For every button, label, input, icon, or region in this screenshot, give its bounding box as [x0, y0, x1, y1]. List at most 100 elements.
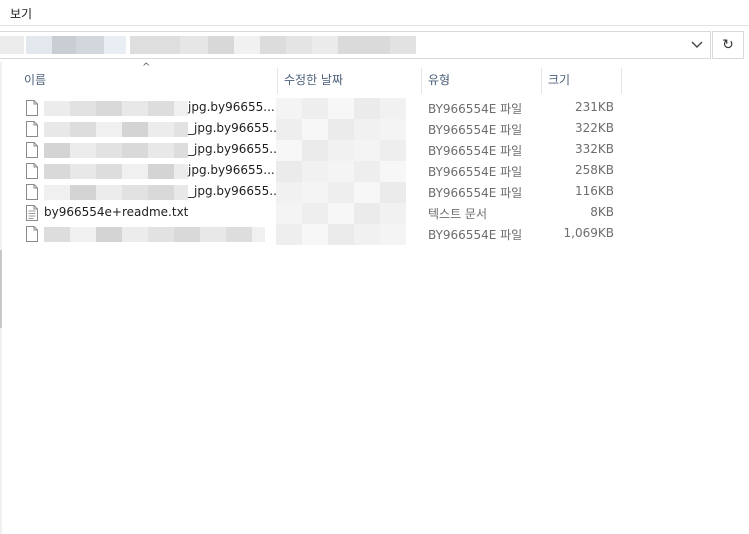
- refresh-button[interactable]: ↻: [712, 31, 744, 59]
- redacted-filename-segment: [96, 122, 122, 137]
- file-size: 231KB: [574, 100, 614, 114]
- redacted-filename-segment: [70, 143, 96, 158]
- redacted-path-segment: [52, 36, 76, 54]
- redacted-filename-segment: [70, 101, 96, 116]
- redacted-date-segment: [328, 182, 354, 203]
- file-row[interactable]: by966554e+readme.txt 텍스트 문서 8KB: [0, 203, 749, 224]
- redacted-filename-segment: [174, 164, 188, 179]
- redacted-filename-segment: [44, 185, 70, 200]
- redacted-filename-segment: [70, 185, 96, 200]
- redacted-path-segment: [260, 36, 286, 54]
- redacted-filename-segment: [122, 101, 148, 116]
- redacted-date-segment: [380, 161, 406, 182]
- column-divider[interactable]: [421, 68, 422, 94]
- redacted-date-segment: [276, 119, 302, 140]
- redacted-filename-segment: [148, 122, 174, 137]
- address-bar[interactable]: [0, 31, 711, 59]
- file-type: BY966554E 파일: [428, 144, 523, 158]
- redacted-path-segment: [286, 36, 312, 54]
- redacted-filename-segment: [96, 185, 122, 200]
- redacted-filename-segment: [96, 227, 122, 242]
- redacted-date-segment: [302, 98, 328, 119]
- file-name: _jpg.by96655...: [188, 142, 281, 156]
- file-row[interactable]: jpg.by96655... BY966554E 파일 258KB: [0, 161, 749, 182]
- redacted-date-segment: [328, 119, 354, 140]
- redacted-filename-segment: [122, 227, 148, 242]
- redacted-filename-segment: [122, 164, 148, 179]
- redacted-date-segment: [276, 140, 302, 161]
- file-row[interactable]: _jpg.by96655... BY966554E 파일 116KB: [0, 182, 749, 203]
- file-row[interactable]: _jpg.by96655... BY966554E 파일 322KB: [0, 119, 749, 140]
- redacted-date-segment: [354, 98, 380, 119]
- redacted-date-segment: [328, 98, 354, 119]
- redacted-filename-segment: [148, 143, 174, 158]
- redacted-path-segment: [104, 36, 126, 54]
- text-document-icon: [26, 205, 38, 221]
- redacted-date-segment: [354, 119, 380, 140]
- column-divider[interactable]: [541, 68, 542, 94]
- redacted-date-segment: [380, 224, 406, 245]
- file-size: 1,069KB: [563, 226, 614, 240]
- redacted-filename-segment: [44, 143, 70, 158]
- file-type: BY966554E 파일: [428, 102, 523, 116]
- redacted-date-segment: [276, 182, 302, 203]
- column-divider[interactable]: [277, 68, 278, 94]
- redacted-filename-segment: [44, 227, 70, 242]
- redacted-filename-segment: [148, 164, 174, 179]
- file-size: 8KB: [590, 205, 614, 219]
- redacted-date-segment: [328, 203, 354, 224]
- column-header-name[interactable]: 이름: [24, 68, 46, 92]
- redacted-date-segment: [354, 182, 380, 203]
- redacted-date-segment: [276, 98, 302, 119]
- redacted-filename-segment: [70, 227, 96, 242]
- redacted-date-segment: [302, 119, 328, 140]
- redacted-filename-segment: [122, 143, 148, 158]
- redacted-filename-segment: [174, 227, 200, 242]
- file-icon: [26, 184, 38, 200]
- redacted-filename-segment: [70, 122, 96, 137]
- file-name: _jpg.by96655...: [188, 184, 281, 198]
- column-header-size[interactable]: 크기: [548, 68, 570, 92]
- redacted-date-segment: [354, 224, 380, 245]
- redacted-date-segment: [380, 140, 406, 161]
- column-divider[interactable]: [621, 68, 622, 94]
- file-name: _jpg.by96655...: [188, 121, 281, 135]
- redacted-filename-segment: [174, 122, 188, 137]
- redacted-filename-segment: [148, 227, 174, 242]
- file-name: by966554e+readme.txt: [44, 205, 189, 219]
- navigation-pane-scroll-thumb[interactable]: [0, 250, 2, 328]
- redacted-date-segment: [302, 140, 328, 161]
- file-type: 텍스트 문서: [428, 207, 488, 221]
- file-size: 332KB: [574, 142, 614, 156]
- redacted-path-segment: [180, 36, 208, 54]
- redacted-filename-segment: [96, 101, 122, 116]
- file-icon: [26, 163, 38, 179]
- file-size: 322KB: [574, 121, 614, 135]
- redacted-filename-segment: [70, 164, 96, 179]
- column-header-date[interactable]: 수정한 날짜: [284, 68, 343, 92]
- chevron-down-icon[interactable]: [690, 37, 704, 53]
- redacted-path-segment: [26, 36, 52, 54]
- redacted-filename-segment: [148, 185, 174, 200]
- redacted-date-segment: [302, 224, 328, 245]
- menu-view[interactable]: 보기: [10, 5, 32, 22]
- column-header-row: 이름 수정한 날짜 유형 크기: [0, 68, 749, 94]
- redacted-path-segment: [338, 36, 390, 54]
- redacted-date-segment: [328, 140, 354, 161]
- redacted-filename-segment: [44, 164, 70, 179]
- file-row[interactable]: _jpg.by96655... BY966554E 파일 332KB: [0, 140, 749, 161]
- redacted-date-segment: [302, 161, 328, 182]
- redacted-date-segment: [354, 161, 380, 182]
- file-row[interactable]: jpg.by96655... BY966554E 파일 231KB: [0, 98, 749, 119]
- redacted-date-segment: [380, 98, 406, 119]
- redacted-date-segment: [354, 203, 380, 224]
- column-header-type[interactable]: 유형: [428, 68, 450, 92]
- file-name: jpg.by96655...: [188, 163, 275, 177]
- redacted-filename-segment: [148, 101, 174, 116]
- redacted-path-segment: [76, 36, 104, 54]
- file-icon: [26, 121, 38, 137]
- file-type: BY966554E 파일: [428, 123, 523, 137]
- redacted-date-segment: [276, 161, 302, 182]
- file-row[interactable]: BY966554E 파일 1,069KB: [0, 224, 749, 245]
- file-icon: [26, 226, 38, 242]
